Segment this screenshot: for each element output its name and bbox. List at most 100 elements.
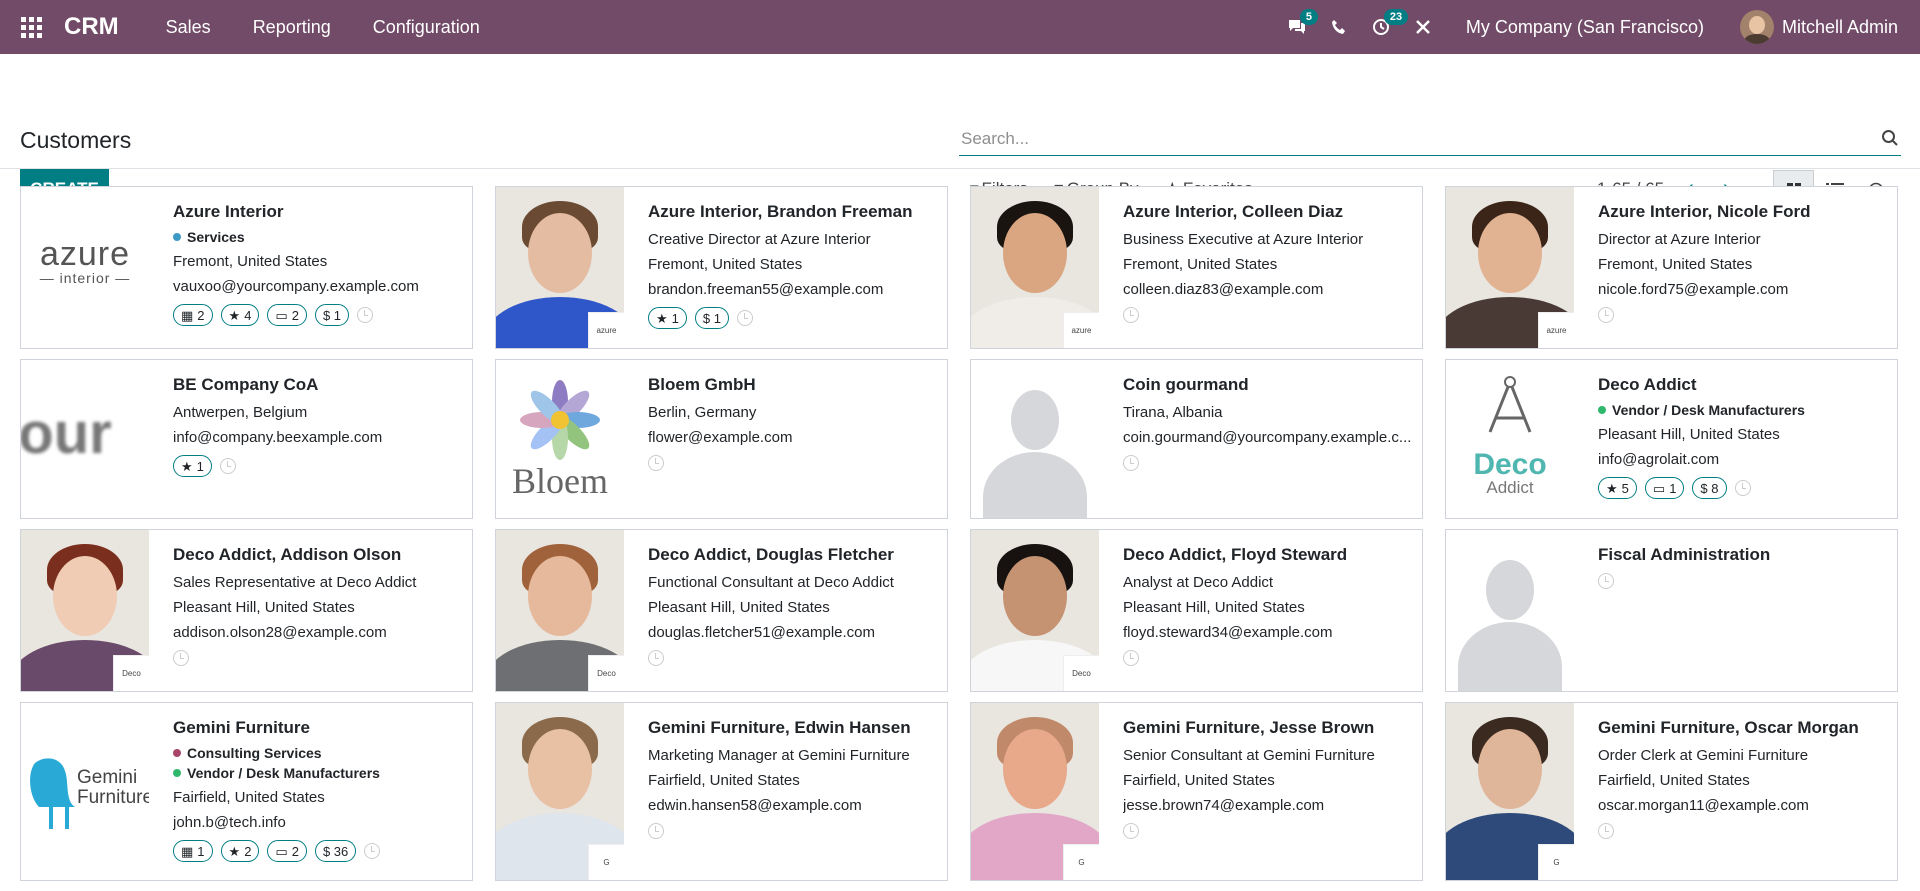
customer-tag: Vendor / Desk Manufacturers (1598, 400, 1897, 420)
activities-icon[interactable]: 23 (1360, 0, 1409, 54)
customer-info-line: Senior Consultant at Gemini Furniture (1123, 747, 1375, 764)
customer-card[interactable]: Deco Deco Addict, Douglas Fletcher Functio… (495, 529, 948, 692)
smart-counters (1598, 573, 1897, 589)
counter-pill[interactable]: ★ 1 (173, 455, 212, 477)
user-avatar[interactable] (1739, 10, 1774, 44)
tools-icon[interactable] (1402, 0, 1444, 54)
customer-card[interactable]: G Gemini Furniture, Edwin Hansen Marketing… (495, 702, 948, 881)
tag-color-dot (173, 749, 181, 757)
customer-info-line: colleen.diaz83@example.com (1123, 281, 1324, 298)
activity-clock-icon[interactable] (1734, 480, 1751, 496)
placeholder-avatar (1446, 530, 1574, 691)
phone-icon[interactable] (1318, 0, 1360, 54)
smart-counters (1598, 307, 1897, 323)
activity-clock-icon[interactable] (173, 650, 189, 666)
company-switcher[interactable]: My Company (San Francisco) (1466, 17, 1704, 38)
activity-clock-icon[interactable] (1598, 823, 1614, 839)
customer-tag: Consulting Services (173, 743, 472, 763)
counter-pill[interactable]: ▦ 1 (173, 840, 213, 862)
user-menu[interactable]: Mitchell Admin (1782, 17, 1898, 38)
customer-card[interactable]: Gemini Furniture Gemini Furniture Consultin… (20, 702, 473, 881)
counter-pill[interactable]: $ 1 (694, 307, 729, 329)
search-input[interactable] (959, 122, 1901, 155)
customer-name: Azure Interior, Colleen Diaz (1123, 202, 1344, 221)
messages-icon[interactable]: 5 (1276, 0, 1318, 54)
customer-card[interactable]: azure — interior — Azure Interior Services F… (20, 186, 473, 349)
smart-counters (1598, 823, 1897, 839)
activity-clock-icon[interactable] (1123, 823, 1139, 839)
menu-sales[interactable]: Sales (166, 17, 211, 38)
customer-card[interactable]: G Gemini Furniture, Oscar Morgan Order Cle… (1445, 702, 1898, 881)
customer-card[interactable]: azure Azure Interior, Nicole Ford Director… (1445, 186, 1898, 349)
customer-card[interactable]: Fiscal Administration (1445, 529, 1898, 692)
customer-name: Coin gourmand (1123, 375, 1249, 394)
activity-clock-icon[interactable] (648, 650, 664, 666)
activity-clock-icon[interactable] (1123, 455, 1139, 471)
smart-counters: ★ 5 ▭ 1 $ 8 (1598, 477, 1897, 499)
customer-info-line: Business Executive at Azure Interior (1123, 231, 1364, 248)
activity-clock-icon[interactable] (736, 310, 753, 326)
smart-counters: ★ 1 (173, 455, 472, 477)
tag-color-dot (173, 233, 181, 241)
menu-configuration[interactable]: Configuration (373, 17, 480, 38)
counter-pill[interactable]: ▦ 2 (173, 304, 213, 326)
company-logo-badge: Deco (1063, 655, 1099, 691)
activity-clock-icon[interactable] (1598, 573, 1614, 589)
smart-counters: ▦ 2 ★ 4 ▭ 2 $ 1 (173, 304, 472, 326)
counter-pill[interactable]: ★ 1 (648, 307, 687, 329)
company-logo-badge: Deco (588, 655, 624, 691)
activity-clock-icon[interactable] (648, 455, 664, 471)
customer-card[interactable]: Deco Deco Addict, Addison Olson Sales Repr… (20, 529, 473, 692)
activity-clock-icon[interactable] (357, 307, 374, 323)
activity-clock-icon[interactable] (648, 823, 664, 839)
customer-image: azure — interior — (21, 187, 149, 348)
customer-card[interactable]: azure Azure Interior, Colleen Diaz Busines… (970, 186, 1423, 349)
smart-counters (1123, 455, 1422, 471)
menu-reporting[interactable]: Reporting (253, 17, 331, 38)
app-switcher-icon[interactable] (0, 0, 62, 54)
customer-info-line: Fairfield, United States (1123, 772, 1275, 789)
customer-image (971, 360, 1099, 518)
activity-clock-icon[interactable] (1123, 307, 1139, 323)
smart-counters (1123, 307, 1422, 323)
customer-card[interactable]: G Gemini Furniture, Jesse Brown Senior Con… (970, 702, 1423, 881)
customer-card[interactable]: azure Azure Interior, Brandon Freeman Crea… (495, 186, 948, 349)
activity-clock-icon[interactable] (1123, 650, 1139, 666)
customer-info-line: Fairfield, United States (1598, 772, 1750, 789)
customer-info-line: brandon.freeman55@example.com (648, 281, 884, 298)
customer-info-line: Fremont, United States (173, 253, 328, 270)
customer-info-line: coin.gourmand@yourcompany.example.c... (1123, 429, 1412, 446)
customer-name: Azure Interior, Brandon Freeman (648, 202, 913, 221)
counter-pill[interactable]: $ 1 (314, 304, 350, 326)
customer-name: Deco Addict, Addison Olson (173, 545, 402, 564)
customer-info-line: info@agrolait.com (1598, 451, 1720, 468)
counter-pill[interactable]: ★ 2 (220, 840, 260, 862)
customer-image: azure (496, 187, 624, 348)
svg-text:Furniture: Furniture (77, 787, 149, 808)
counter-pill[interactable]: ★ 5 (1598, 477, 1637, 499)
activity-clock-icon[interactable] (219, 458, 236, 474)
customer-card[interactable]: our BE Company CoA Antwerpen, Belgium info@… (20, 359, 473, 519)
customer-details: Azure Interior Services Fremont, United St… (149, 187, 472, 348)
activity-clock-icon[interactable] (1598, 307, 1614, 323)
calendar-icon: ▦ (181, 307, 194, 323)
company-logo-badge: G (588, 844, 624, 880)
counter-pill[interactable]: $ 8 (1692, 477, 1727, 499)
activity-clock-icon[interactable] (364, 843, 381, 859)
customer-info-line: Creative Director at Azure Interior (648, 231, 871, 248)
search-icon[interactable] (1881, 129, 1899, 152)
customer-card[interactable]: Bloem Bloem GmbH Berlin, Germany flower@exa… (495, 359, 948, 519)
customer-card[interactable]: Deco Addict Deco Addict Vendor / Desk Manuf… (1445, 359, 1898, 519)
counter-pill[interactable]: ▭ 2 (267, 840, 307, 862)
counter-pill[interactable]: ▭ 2 (267, 304, 307, 326)
counter-pill[interactable]: ★ 4 (220, 304, 260, 326)
customer-details: Azure Interior, Nicole Ford Director at A… (1574, 187, 1897, 348)
customer-card[interactable]: Coin gourmand Tirana, Albania coin.gourman… (970, 359, 1423, 519)
customer-info-line: floyd.steward34@example.com (1123, 624, 1333, 641)
counter-pill[interactable]: $ 36 (314, 840, 357, 862)
company-logo-badge: G (1063, 844, 1099, 880)
customer-card[interactable]: Deco Deco Addict, Floyd Steward Analyst at… (970, 529, 1423, 692)
counter-pill[interactable]: ▭ 1 (1644, 477, 1685, 499)
smart-counters (1123, 650, 1422, 666)
app-brand[interactable]: CRM (64, 13, 119, 41)
